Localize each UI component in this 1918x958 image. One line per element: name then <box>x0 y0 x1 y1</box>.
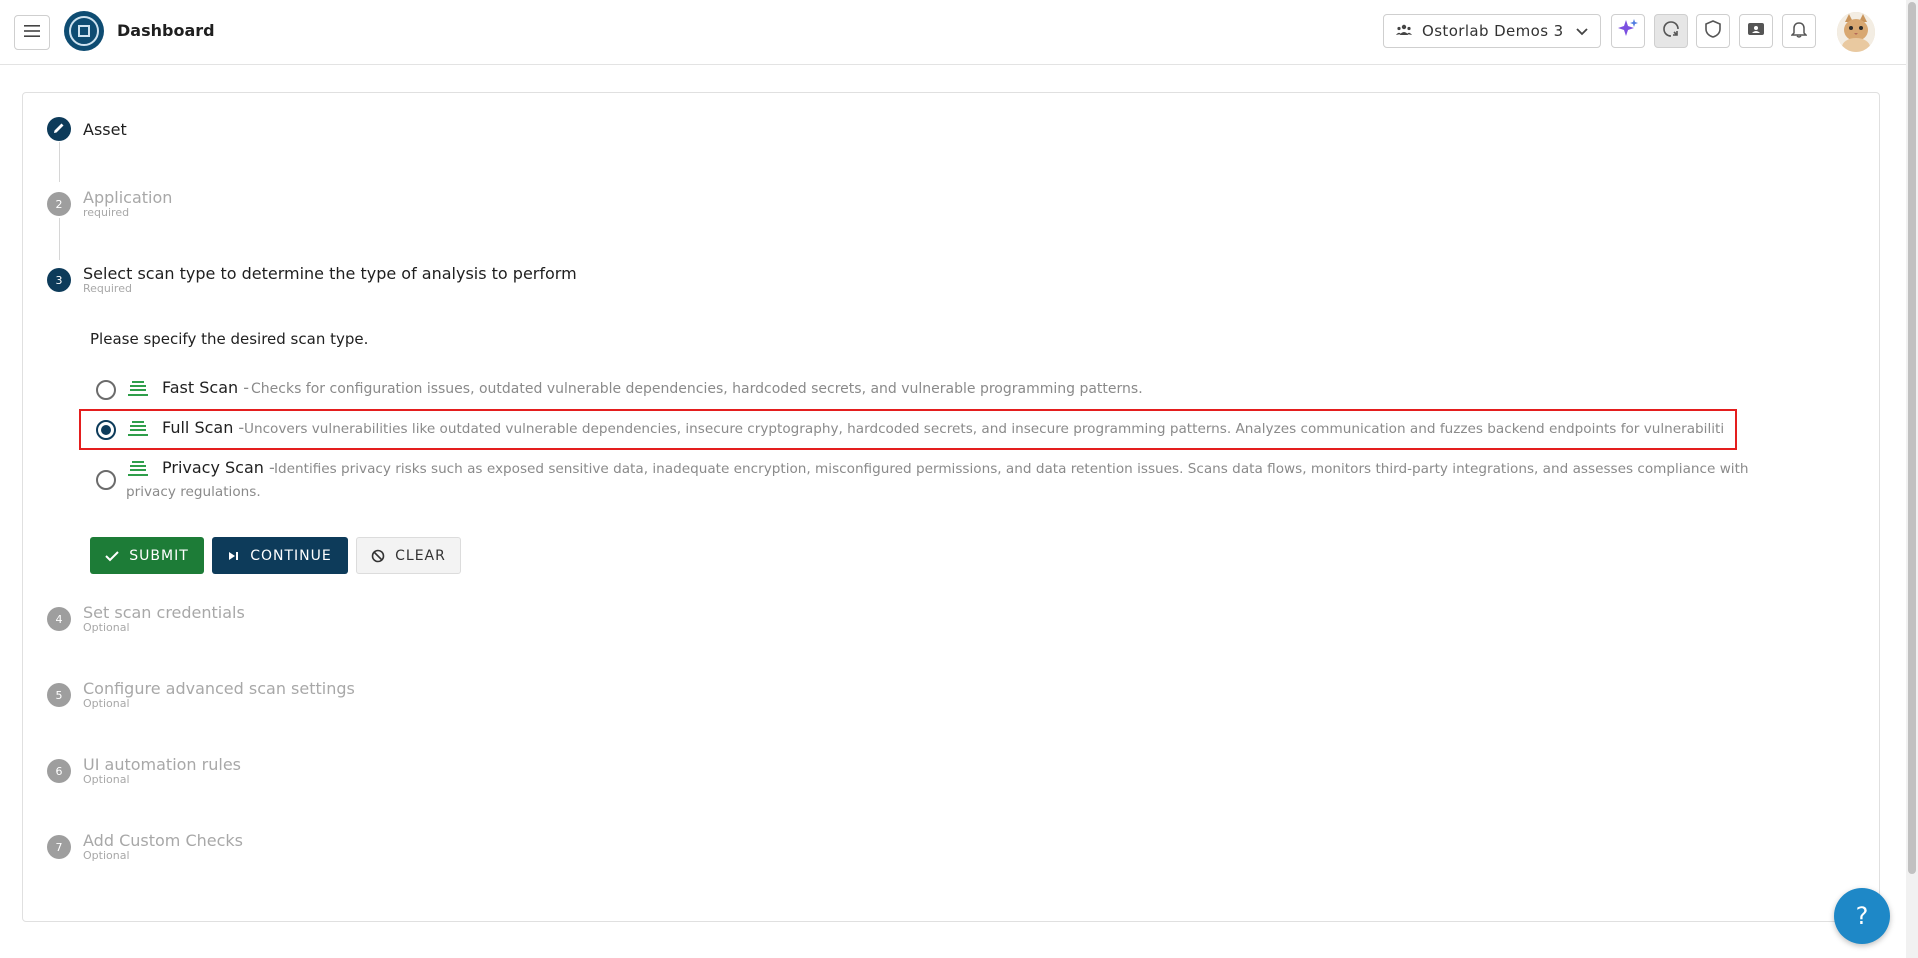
block-icon <box>371 549 385 563</box>
chevron-down-icon <box>1576 22 1588 40</box>
scan-refresh-button[interactable] <box>1654 14 1688 48</box>
step-4-title[interactable]: Set scan credentials <box>83 603 245 622</box>
fast-scan-radio[interactable] <box>96 380 116 400</box>
page-title: Dashboard <box>117 21 215 40</box>
notifications-button[interactable] <box>1782 14 1816 48</box>
fast-scan-description: Checks for configuration issues, outdate… <box>251 381 1143 397</box>
full-scan-radio[interactable] <box>96 420 116 440</box>
step-6-number: 6 <box>47 759 71 783</box>
step-7-title[interactable]: Add Custom Checks <box>83 831 243 850</box>
step-3-number: 3 <box>47 268 71 292</box>
step-5-title[interactable]: Configure advanced scan settings <box>83 679 355 698</box>
menu-button[interactable] <box>14 15 50 50</box>
step-3-subtitle: Required <box>83 282 132 295</box>
sparkles-icon <box>1617 18 1639 44</box>
step-4-number: 4 <box>47 607 71 631</box>
pencil-icon <box>53 122 65 137</box>
scrollbar-thumb[interactable] <box>1908 2 1916 874</box>
step-5-subtitle: Optional <box>83 697 130 710</box>
page-scrollbar[interactable] <box>1906 0 1918 958</box>
new-scan-card <box>22 92 1880 922</box>
security-button[interactable] <box>1696 14 1730 48</box>
submit-label: SUBMIT <box>129 547 189 564</box>
full-scan-label[interactable]: Full Scan - <box>162 418 244 437</box>
help-label: ? <box>1855 902 1869 930</box>
ai-assistant-button[interactable] <box>1611 14 1645 48</box>
clear-label: CLEAR <box>395 547 446 564</box>
skip-next-icon <box>228 550 240 562</box>
step-7-subtitle: Optional <box>83 849 130 862</box>
step-6-title[interactable]: UI automation rules <box>83 755 241 774</box>
privacy-scan-description: Identifies privacy risks such as exposed… <box>126 461 1749 500</box>
bell-icon <box>1790 20 1808 42</box>
step-connector <box>59 218 60 260</box>
submit-button[interactable]: SUBMIT <box>90 537 204 574</box>
step-1-title[interactable]: Asset <box>83 120 127 139</box>
hamburger-icon <box>24 23 40 42</box>
scan-type-prompt: Please specify the desired scan type. <box>90 330 369 348</box>
step-2-subtitle: required <box>83 206 130 219</box>
step-5-number: 5 <box>47 683 71 707</box>
fast-scan-label[interactable]: Fast Scan - <box>162 378 249 397</box>
continue-label: CONTINUE <box>250 547 332 564</box>
step-2-title[interactable]: Application <box>83 188 172 207</box>
help-button[interactable]: ? <box>1834 888 1890 944</box>
contact-card-icon <box>1747 21 1765 41</box>
scan-list-icon <box>128 381 148 397</box>
user-avatar[interactable] <box>1837 12 1875 52</box>
organization-name: Ostorlab Demos 3 <box>1422 22 1564 40</box>
check-icon <box>105 550 119 562</box>
full-scan-description: Uncovers vulnerabilities like outdated v… <box>244 421 1724 437</box>
shield-icon <box>1705 20 1721 42</box>
top-bar: Dashboard Ostorlab Demos 3 <box>0 0 1906 65</box>
step-4-subtitle: Optional <box>83 621 130 634</box>
organization-select[interactable]: Ostorlab Demos 3 <box>1383 14 1601 48</box>
ostorlab-logo[interactable] <box>64 11 104 51</box>
continue-button[interactable]: CONTINUE <box>212 537 348 574</box>
scan-list-icon <box>128 421 148 437</box>
group-icon <box>1396 22 1412 40</box>
clear-button[interactable]: CLEAR <box>356 537 461 574</box>
shield-refresh-icon <box>1662 20 1680 42</box>
step-1-done-marker <box>47 117 71 141</box>
step-2-number: 2 <box>47 192 71 216</box>
step-3-title[interactable]: Select scan type to determine the type o… <box>83 264 577 283</box>
step-6-subtitle: Optional <box>83 773 130 786</box>
contacts-button[interactable] <box>1739 14 1773 48</box>
step-7-number: 7 <box>47 835 71 859</box>
privacy-scan-radio[interactable] <box>96 470 116 490</box>
step-connector <box>59 142 60 182</box>
